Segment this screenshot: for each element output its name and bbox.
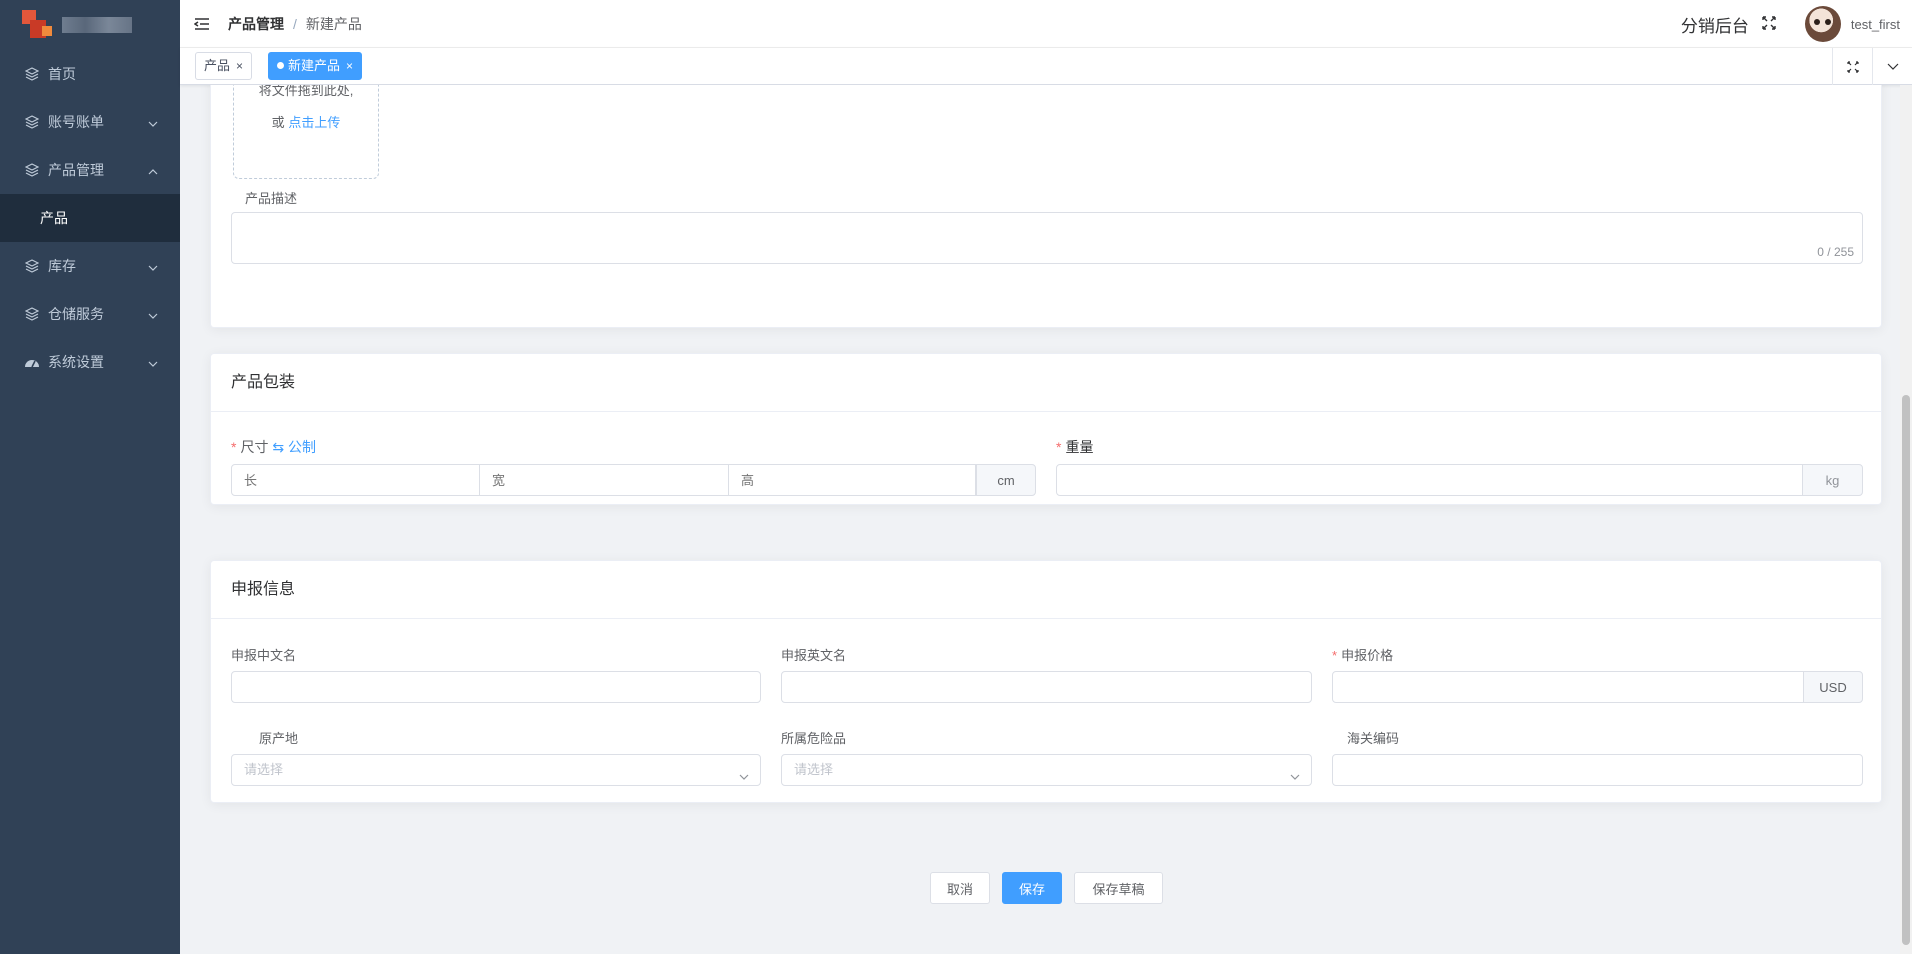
height-input[interactable] xyxy=(728,464,976,496)
app-title: 分销后台 xyxy=(1680,16,1749,36)
select-placeholder: 请选择 xyxy=(244,762,284,777)
breadcrumb-current: 新建产品 xyxy=(305,15,362,32)
size-label: 尺寸 ⇆ 公制 xyxy=(231,437,316,457)
origin-label: 原产地 xyxy=(259,731,299,746)
cn-name-label: 申报中文名 xyxy=(231,648,297,663)
chevron-down-icon[interactable] xyxy=(1872,48,1912,85)
breadcrumb-parent[interactable]: 产品管理 xyxy=(228,14,284,34)
save-draft-button[interactable]: 保存草稿 xyxy=(1074,872,1163,904)
sidebar-item-label: 仓储服务 xyxy=(48,306,104,322)
en-name-input[interactable] xyxy=(781,671,1312,703)
close-icon[interactable]: × xyxy=(346,59,353,73)
select-placeholder: 请选择 xyxy=(794,762,834,777)
sidebar-item-label: 产品管理 xyxy=(48,162,104,178)
chevron-down-icon xyxy=(148,260,158,276)
upload-hint: 将文件拖到此处, xyxy=(258,85,354,98)
width-input[interactable] xyxy=(479,464,729,496)
sidebar-item-label: 账号账单 xyxy=(48,114,104,130)
upload-or-text: 或 xyxy=(271,115,285,130)
declaration-title: 申报信息 xyxy=(211,561,1881,619)
sidebar-item-label: 库存 xyxy=(48,258,76,274)
tag-label: 产品 xyxy=(204,58,231,73)
weight-input[interactable] xyxy=(1056,464,1803,496)
layers-icon xyxy=(24,66,40,82)
weight-label: 重量 xyxy=(1056,437,1093,457)
origin-select[interactable]: 请选择 xyxy=(231,754,761,786)
basic-info-card: 将文件拖到此处, 或 点击上传 产品描述 0 / 255 xyxy=(210,85,1882,328)
upload-hint-line2: 或 点击上传 xyxy=(234,112,378,131)
hs-code-label: 海关编码 xyxy=(1347,731,1400,746)
sidebar-item-label: 产品 xyxy=(40,210,68,226)
packaging-card: 产品包装 尺寸 ⇆ 公制 cm 重量 kg xyxy=(210,353,1882,505)
close-icon[interactable]: × xyxy=(236,59,243,73)
hs-code-input[interactable] xyxy=(1332,754,1863,786)
tag-label: 新建产品 xyxy=(288,58,341,73)
tag-product[interactable]: 产品 × xyxy=(195,52,253,80)
sidebar-item-warehouse-service[interactable]: 仓储服务 xyxy=(0,290,180,338)
tags-view: 产品 × 新建产品 × xyxy=(180,48,1912,85)
avatar[interactable] xyxy=(1804,6,1841,42)
sidebar-item-product-management[interactable]: 产品管理 xyxy=(0,146,180,194)
dangerous-select[interactable]: 请选择 xyxy=(781,754,1312,786)
price-unit: USD xyxy=(1803,671,1863,703)
chevron-down-icon xyxy=(148,308,158,324)
sidebar-item-home[interactable]: 首页 xyxy=(0,50,180,98)
save-button[interactable]: 保存 xyxy=(1002,872,1062,904)
switch-icon[interactable]: ⇆ xyxy=(272,439,284,455)
logo-mark-icon xyxy=(22,10,52,40)
layers-icon xyxy=(24,162,40,178)
main-content: 将文件拖到此处, 或 点击上传 产品描述 0 / 255 产品包装 尺寸 ⇆ 公… xyxy=(180,85,1912,954)
upload-dragger[interactable]: 将文件拖到此处, 或 点击上传 xyxy=(233,85,379,179)
sidebar-item-product[interactable]: 产品 xyxy=(0,194,180,242)
cn-name-input[interactable] xyxy=(231,671,761,703)
unit-toggle-link[interactable]: 公制 xyxy=(288,439,316,455)
price-input[interactable] xyxy=(1332,671,1804,703)
layers-icon xyxy=(24,114,40,130)
chevron-down-icon xyxy=(738,764,750,794)
logo[interactable] xyxy=(0,0,180,50)
breadcrumb-separator: / xyxy=(293,15,297,32)
sidebar-item-inventory[interactable]: 库存 xyxy=(0,242,180,290)
dangerous-label: 所属危险品 xyxy=(781,731,847,746)
layers-icon xyxy=(24,306,40,322)
logo-text-blurred xyxy=(62,17,132,33)
chevron-up-icon xyxy=(148,164,158,180)
sidebar-item-system-settings[interactable]: 系统设置 xyxy=(0,338,180,386)
dashboard-icon xyxy=(24,354,40,370)
description-label: 产品描述 xyxy=(245,191,298,206)
scrollbar[interactable] xyxy=(1900,85,1912,954)
top-navbar: 产品管理 / 新建产品 分销后台 test_first xyxy=(180,0,1912,48)
weight-unit: kg xyxy=(1802,464,1863,496)
menu-fold-icon[interactable] xyxy=(192,14,212,34)
sidebar-item-label: 系统设置 xyxy=(48,354,104,370)
expand-icon[interactable] xyxy=(1832,48,1872,85)
sidebar-item-account-bill[interactable]: 账号账单 xyxy=(0,98,180,146)
packaging-title: 产品包装 xyxy=(211,354,1881,412)
size-unit: cm xyxy=(976,464,1036,496)
length-input[interactable] xyxy=(231,464,480,496)
layers-icon xyxy=(24,258,40,274)
price-label: 申报价格 xyxy=(1332,645,1393,664)
fullscreen-icon[interactable] xyxy=(1761,15,1779,33)
chevron-down-icon xyxy=(148,356,158,372)
scrollbar-thumb[interactable] xyxy=(1902,395,1910,945)
cancel-button[interactable]: 取消 xyxy=(930,872,990,904)
chevron-down-icon xyxy=(148,116,158,132)
sidebar: 首页 账号账单 产品管理 产品 库存 仓储服务 系统设置 xyxy=(0,0,180,954)
upload-link[interactable]: 点击上传 xyxy=(288,115,340,130)
chevron-down-icon xyxy=(1289,764,1301,794)
active-dot-icon xyxy=(277,62,284,69)
declaration-card: 申报信息 申报中文名 申报英文名 申报价格 USD 原产地 请选择 所属危险品 … xyxy=(210,560,1882,803)
tag-new-product[interactable]: 新建产品 × xyxy=(268,52,363,80)
sidebar-item-label: 首页 xyxy=(48,66,76,82)
description-textarea[interactable]: 0 / 255 xyxy=(231,212,1863,264)
en-name-label: 申报英文名 xyxy=(781,648,847,663)
username[interactable]: test_first xyxy=(1851,17,1900,32)
char-counter: 0 / 255 xyxy=(1817,245,1854,259)
